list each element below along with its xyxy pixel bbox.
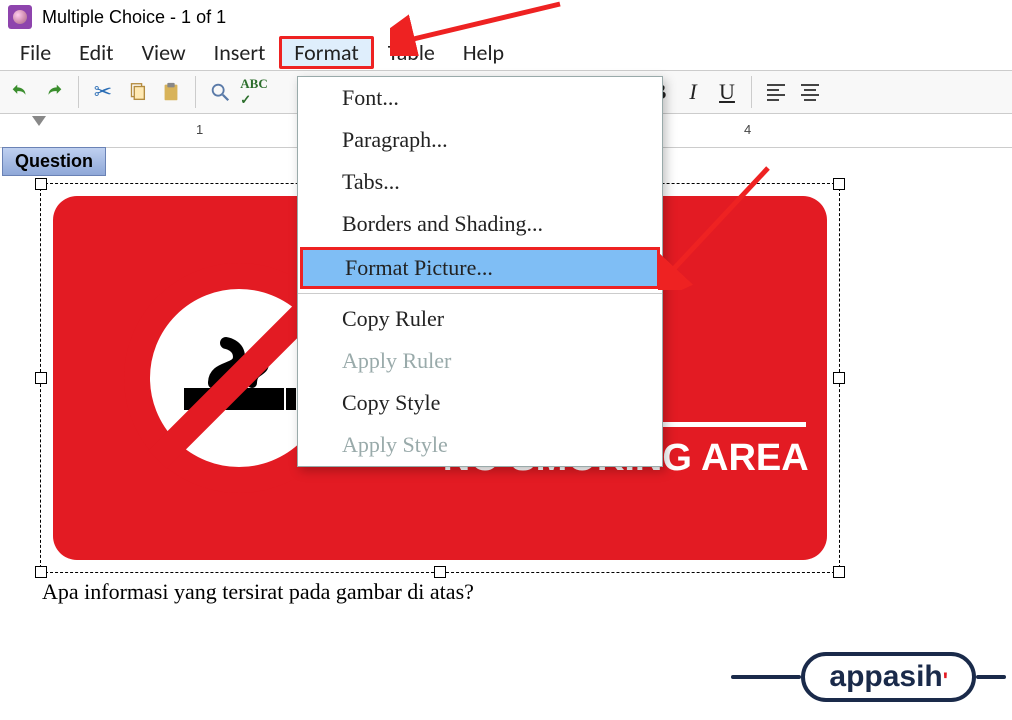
- menu-apply-style: Apply Style: [298, 424, 662, 466]
- menu-borders-shading[interactable]: Borders and Shading...: [298, 203, 662, 245]
- paste-icon[interactable]: [157, 78, 185, 106]
- redo-icon[interactable]: [40, 78, 68, 106]
- watermark-text: appasih: [829, 660, 942, 694]
- resize-handle-s[interactable]: [434, 566, 446, 578]
- menu-insert[interactable]: Insert: [200, 37, 280, 68]
- menu-paragraph[interactable]: Paragraph...: [298, 119, 662, 161]
- annotation-arrow-format-picture: [658, 160, 778, 290]
- copy-icon[interactable]: [123, 78, 151, 106]
- underline-button[interactable]: U: [713, 78, 741, 106]
- menu-format[interactable]: Format: [279, 36, 373, 69]
- resize-handle-ne[interactable]: [833, 178, 845, 190]
- cut-icon[interactable]: ✂: [89, 78, 117, 106]
- italic-button[interactable]: I: [679, 78, 707, 106]
- watermark: appasih ': [731, 652, 1006, 702]
- align-center-icon[interactable]: [796, 78, 824, 106]
- align-left-icon[interactable]: [762, 78, 790, 106]
- resize-handle-sw[interactable]: [35, 566, 47, 578]
- menu-copy-style[interactable]: Copy Style: [298, 382, 662, 424]
- undo-icon[interactable]: [6, 78, 34, 106]
- resize-handle-e[interactable]: [833, 372, 845, 384]
- app-icon: [8, 5, 32, 29]
- menu-tabs[interactable]: Tabs...: [298, 161, 662, 203]
- menu-apply-ruler: Apply Ruler: [298, 340, 662, 382]
- spellcheck-icon[interactable]: ABC✓: [240, 78, 268, 106]
- menu-file[interactable]: File: [6, 37, 65, 68]
- menu-format-picture[interactable]: Format Picture...: [300, 247, 660, 289]
- format-dropdown: Font... Paragraph... Tabs... Borders and…: [297, 76, 663, 467]
- menu-edit[interactable]: Edit: [65, 37, 127, 68]
- question-tab[interactable]: Question: [2, 147, 106, 176]
- resize-handle-nw[interactable]: [35, 178, 47, 190]
- menu-font[interactable]: Font...: [298, 77, 662, 119]
- resize-handle-w[interactable]: [35, 372, 47, 384]
- menu-view[interactable]: View: [128, 37, 200, 68]
- find-icon[interactable]: [206, 78, 234, 106]
- watermark-dot-icon: ': [943, 668, 948, 694]
- window-title: Multiple Choice - 1 of 1: [42, 7, 226, 28]
- resize-handle-se[interactable]: [833, 566, 845, 578]
- indent-marker-icon[interactable]: [32, 116, 46, 126]
- menu-copy-ruler[interactable]: Copy Ruler: [298, 298, 662, 340]
- annotation-arrow-format: [390, 0, 570, 56]
